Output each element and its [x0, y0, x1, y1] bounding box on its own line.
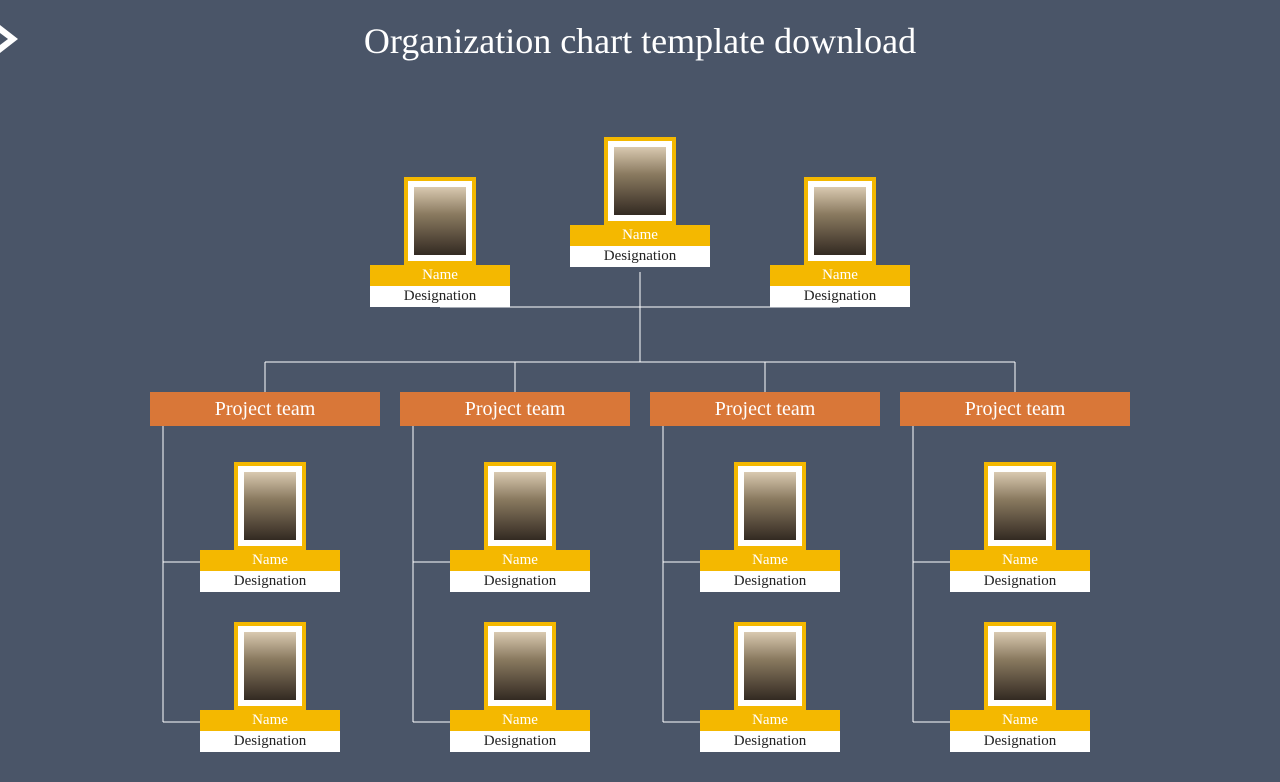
person-card-ceo: Name Designation	[570, 137, 710, 267]
photo-frame	[734, 622, 806, 710]
person-card: Name Designation	[200, 622, 340, 752]
person-designation: Designation	[370, 286, 510, 307]
avatar	[994, 632, 1046, 700]
person-name: Name	[570, 225, 710, 246]
photo-frame	[984, 462, 1056, 550]
photo-frame	[484, 462, 556, 550]
person-card: Name Designation	[950, 622, 1090, 752]
photo-frame	[234, 622, 306, 710]
person-name: Name	[770, 265, 910, 286]
avatar	[994, 472, 1046, 540]
avatar	[744, 632, 796, 700]
person-name: Name	[370, 265, 510, 286]
photo-frame	[234, 462, 306, 550]
team-label: Project team	[150, 392, 380, 426]
person-card-manager-left: Name Designation	[370, 177, 510, 307]
person-designation: Designation	[770, 286, 910, 307]
person-name: Name	[450, 710, 590, 731]
photo-frame	[404, 177, 476, 265]
photo-frame	[484, 622, 556, 710]
team-label: Project team	[400, 392, 630, 426]
person-card: Name Designation	[450, 622, 590, 752]
person-name: Name	[450, 550, 590, 571]
photo-frame	[804, 177, 876, 265]
person-designation: Designation	[200, 571, 340, 592]
person-designation: Designation	[200, 731, 340, 752]
person-designation: Designation	[570, 246, 710, 267]
photo-frame	[734, 462, 806, 550]
person-name: Name	[200, 710, 340, 731]
photo-frame	[984, 622, 1056, 710]
avatar	[614, 147, 666, 215]
person-designation: Designation	[950, 571, 1090, 592]
person-name: Name	[200, 550, 340, 571]
person-designation: Designation	[950, 731, 1090, 752]
person-card: Name Designation	[200, 462, 340, 592]
avatar	[744, 472, 796, 540]
avatar	[494, 472, 546, 540]
avatar	[494, 632, 546, 700]
person-card-manager-right: Name Designation	[770, 177, 910, 307]
person-card: Name Designation	[700, 462, 840, 592]
team-label: Project team	[900, 392, 1130, 426]
team-label: Project team	[650, 392, 880, 426]
slide-title: Organization chart template download	[0, 0, 1280, 62]
person-designation: Designation	[450, 571, 590, 592]
avatar	[414, 187, 466, 255]
person-card: Name Designation	[450, 462, 590, 592]
slide-marker-icon	[0, 25, 18, 53]
person-name: Name	[950, 710, 1090, 731]
avatar	[814, 187, 866, 255]
avatar	[244, 632, 296, 700]
person-name: Name	[700, 550, 840, 571]
person-name: Name	[700, 710, 840, 731]
photo-frame	[604, 137, 676, 225]
avatar	[244, 472, 296, 540]
person-designation: Designation	[700, 731, 840, 752]
person-card: Name Designation	[700, 622, 840, 752]
person-designation: Designation	[450, 731, 590, 752]
person-name: Name	[950, 550, 1090, 571]
person-designation: Designation	[700, 571, 840, 592]
org-chart: Name Designation Name Designation Name D…	[0, 62, 1280, 722]
person-card: Name Designation	[950, 462, 1090, 592]
